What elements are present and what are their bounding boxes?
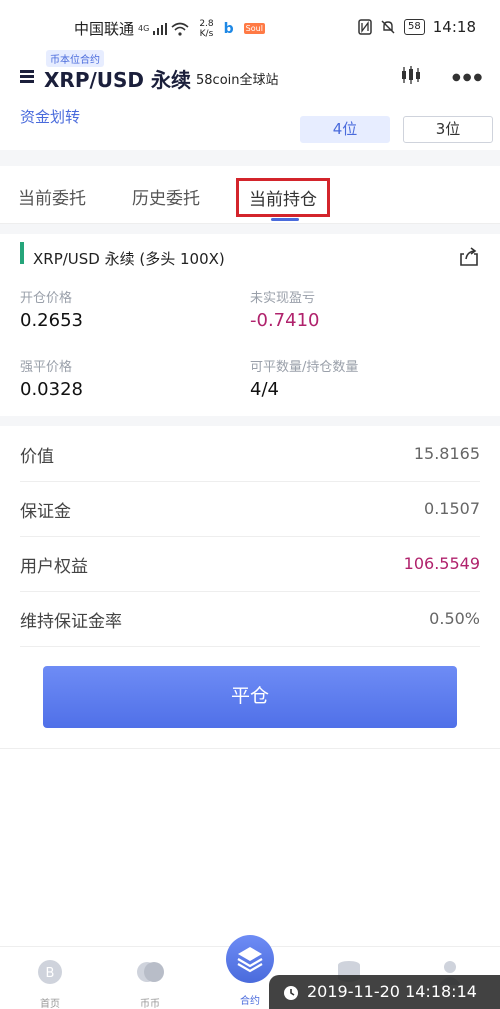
- info-value: 106.5549: [403, 554, 480, 573]
- open-price-label: 开仓价格: [20, 291, 73, 306]
- quantity-value: 4/4: [250, 379, 279, 400]
- position-header: XRP/USD 永续 (多头 100X): [0, 234, 500, 280]
- signal-icon: [153, 22, 168, 35]
- info-row-margin: 保证金 0.1507: [20, 481, 480, 537]
- nav-contract-label: 合约: [240, 996, 260, 1007]
- nav-home-label: 首页: [40, 999, 60, 1009]
- soul-app-icon: Soul: [243, 23, 265, 34]
- carrier-name: 中国联通: [74, 20, 135, 38]
- liquidation-price-label: 强平价格: [20, 360, 73, 375]
- menu-icon[interactable]: [20, 70, 34, 83]
- info-row-maintenance-margin-rate: 维持保证金率 0.50%: [20, 591, 480, 647]
- exchange-name: 58coin全球站: [196, 73, 279, 88]
- nav-coin-label: 币币: [140, 999, 160, 1009]
- coins-icon: [137, 962, 164, 982]
- nav-home[interactable]: B 首页: [15, 947, 85, 1009]
- candlestick-chart-icon[interactable]: [400, 64, 422, 86]
- info-label: 保证金: [20, 502, 71, 522]
- section-gap: [0, 224, 500, 234]
- status-right: 58 14:18: [358, 18, 476, 36]
- timestamp-overlay: 2019-11-20 14:18:14: [269, 975, 500, 1009]
- wifi-icon: [171, 22, 189, 36]
- more-options-icon[interactable]: ●●●: [452, 72, 484, 83]
- svg-text:B: B: [46, 966, 55, 981]
- info-row-value: 价值 15.8165: [20, 426, 480, 482]
- b-app-icon: b: [223, 20, 234, 37]
- precision-4-button[interactable]: 4位: [300, 116, 390, 143]
- close-position-button[interactable]: 平仓: [43, 666, 457, 728]
- active-tab-indicator: [271, 218, 299, 221]
- transfer-row: 资金划转 4位 3位: [0, 100, 500, 150]
- order-tabs: 当前委托 历史委托 当前持仓: [0, 166, 500, 224]
- header: 币本位合约 XRP/USD 永续 58coin全球站 ●●●: [0, 50, 500, 100]
- fund-transfer-link[interactable]: 资金划转: [20, 106, 80, 127]
- long-indicator: [20, 242, 24, 264]
- clock-time: 14:18: [432, 18, 476, 36]
- layers-icon: [237, 947, 263, 973]
- quantity-label: 可平数量/持仓数量: [250, 360, 359, 375]
- status-bar: 中国联通 4G 2.8 K/s b Soul 58 14:18: [0, 0, 500, 56]
- info-value: 0.1507: [424, 499, 480, 518]
- net-speed: 2.8 K/s: [199, 19, 213, 39]
- battery-icon: 58: [404, 19, 425, 35]
- position-title: XRP/USD 永续 (多头 100X): [33, 250, 225, 268]
- nfc-icon: [358, 19, 372, 35]
- info-label: 维持保证金率: [20, 612, 122, 632]
- info-row-equity: 用户权益 106.5549: [20, 536, 480, 592]
- share-icon[interactable]: [458, 246, 480, 268]
- nav-contract-button[interactable]: [226, 935, 274, 983]
- info-label: 价值: [20, 447, 54, 467]
- timestamp-text: 2019-11-20 14:18:14: [307, 982, 477, 1001]
- section-gap: [0, 416, 500, 426]
- info-value: 15.8165: [413, 444, 480, 463]
- tab-current-orders[interactable]: 当前委托: [18, 184, 86, 209]
- info-label: 用户权益: [20, 557, 88, 577]
- unrealized-pnl-value: -0.7410: [250, 310, 320, 331]
- divider: [0, 748, 500, 749]
- info-value: 0.50%: [429, 609, 480, 628]
- tab-current-positions[interactable]: 当前持仓: [236, 178, 330, 217]
- page-title[interactable]: XRP/USD 永续: [44, 64, 191, 93]
- nav-coin[interactable]: 币币: [115, 947, 185, 1009]
- net-speed-unit: K/s: [199, 28, 214, 39]
- network-type: 4G: [138, 24, 150, 33]
- clock-icon: [284, 985, 298, 1000]
- status-left: 中国联通 4G 2.8 K/s b Soul: [74, 18, 265, 39]
- section-gap: [0, 150, 500, 166]
- liquidation-price-value: 0.0328: [20, 379, 83, 400]
- bitcoin-icon: B: [38, 960, 62, 984]
- unrealized-pnl-label: 未实现盈亏: [250, 291, 316, 306]
- net-speed-value: 2.8: [199, 18, 214, 29]
- precision-3-button[interactable]: 3位: [403, 116, 493, 143]
- tab-order-history[interactable]: 历史委托: [132, 184, 200, 209]
- mute-bell-icon: [381, 20, 395, 34]
- open-price-value: 0.2653: [20, 310, 83, 331]
